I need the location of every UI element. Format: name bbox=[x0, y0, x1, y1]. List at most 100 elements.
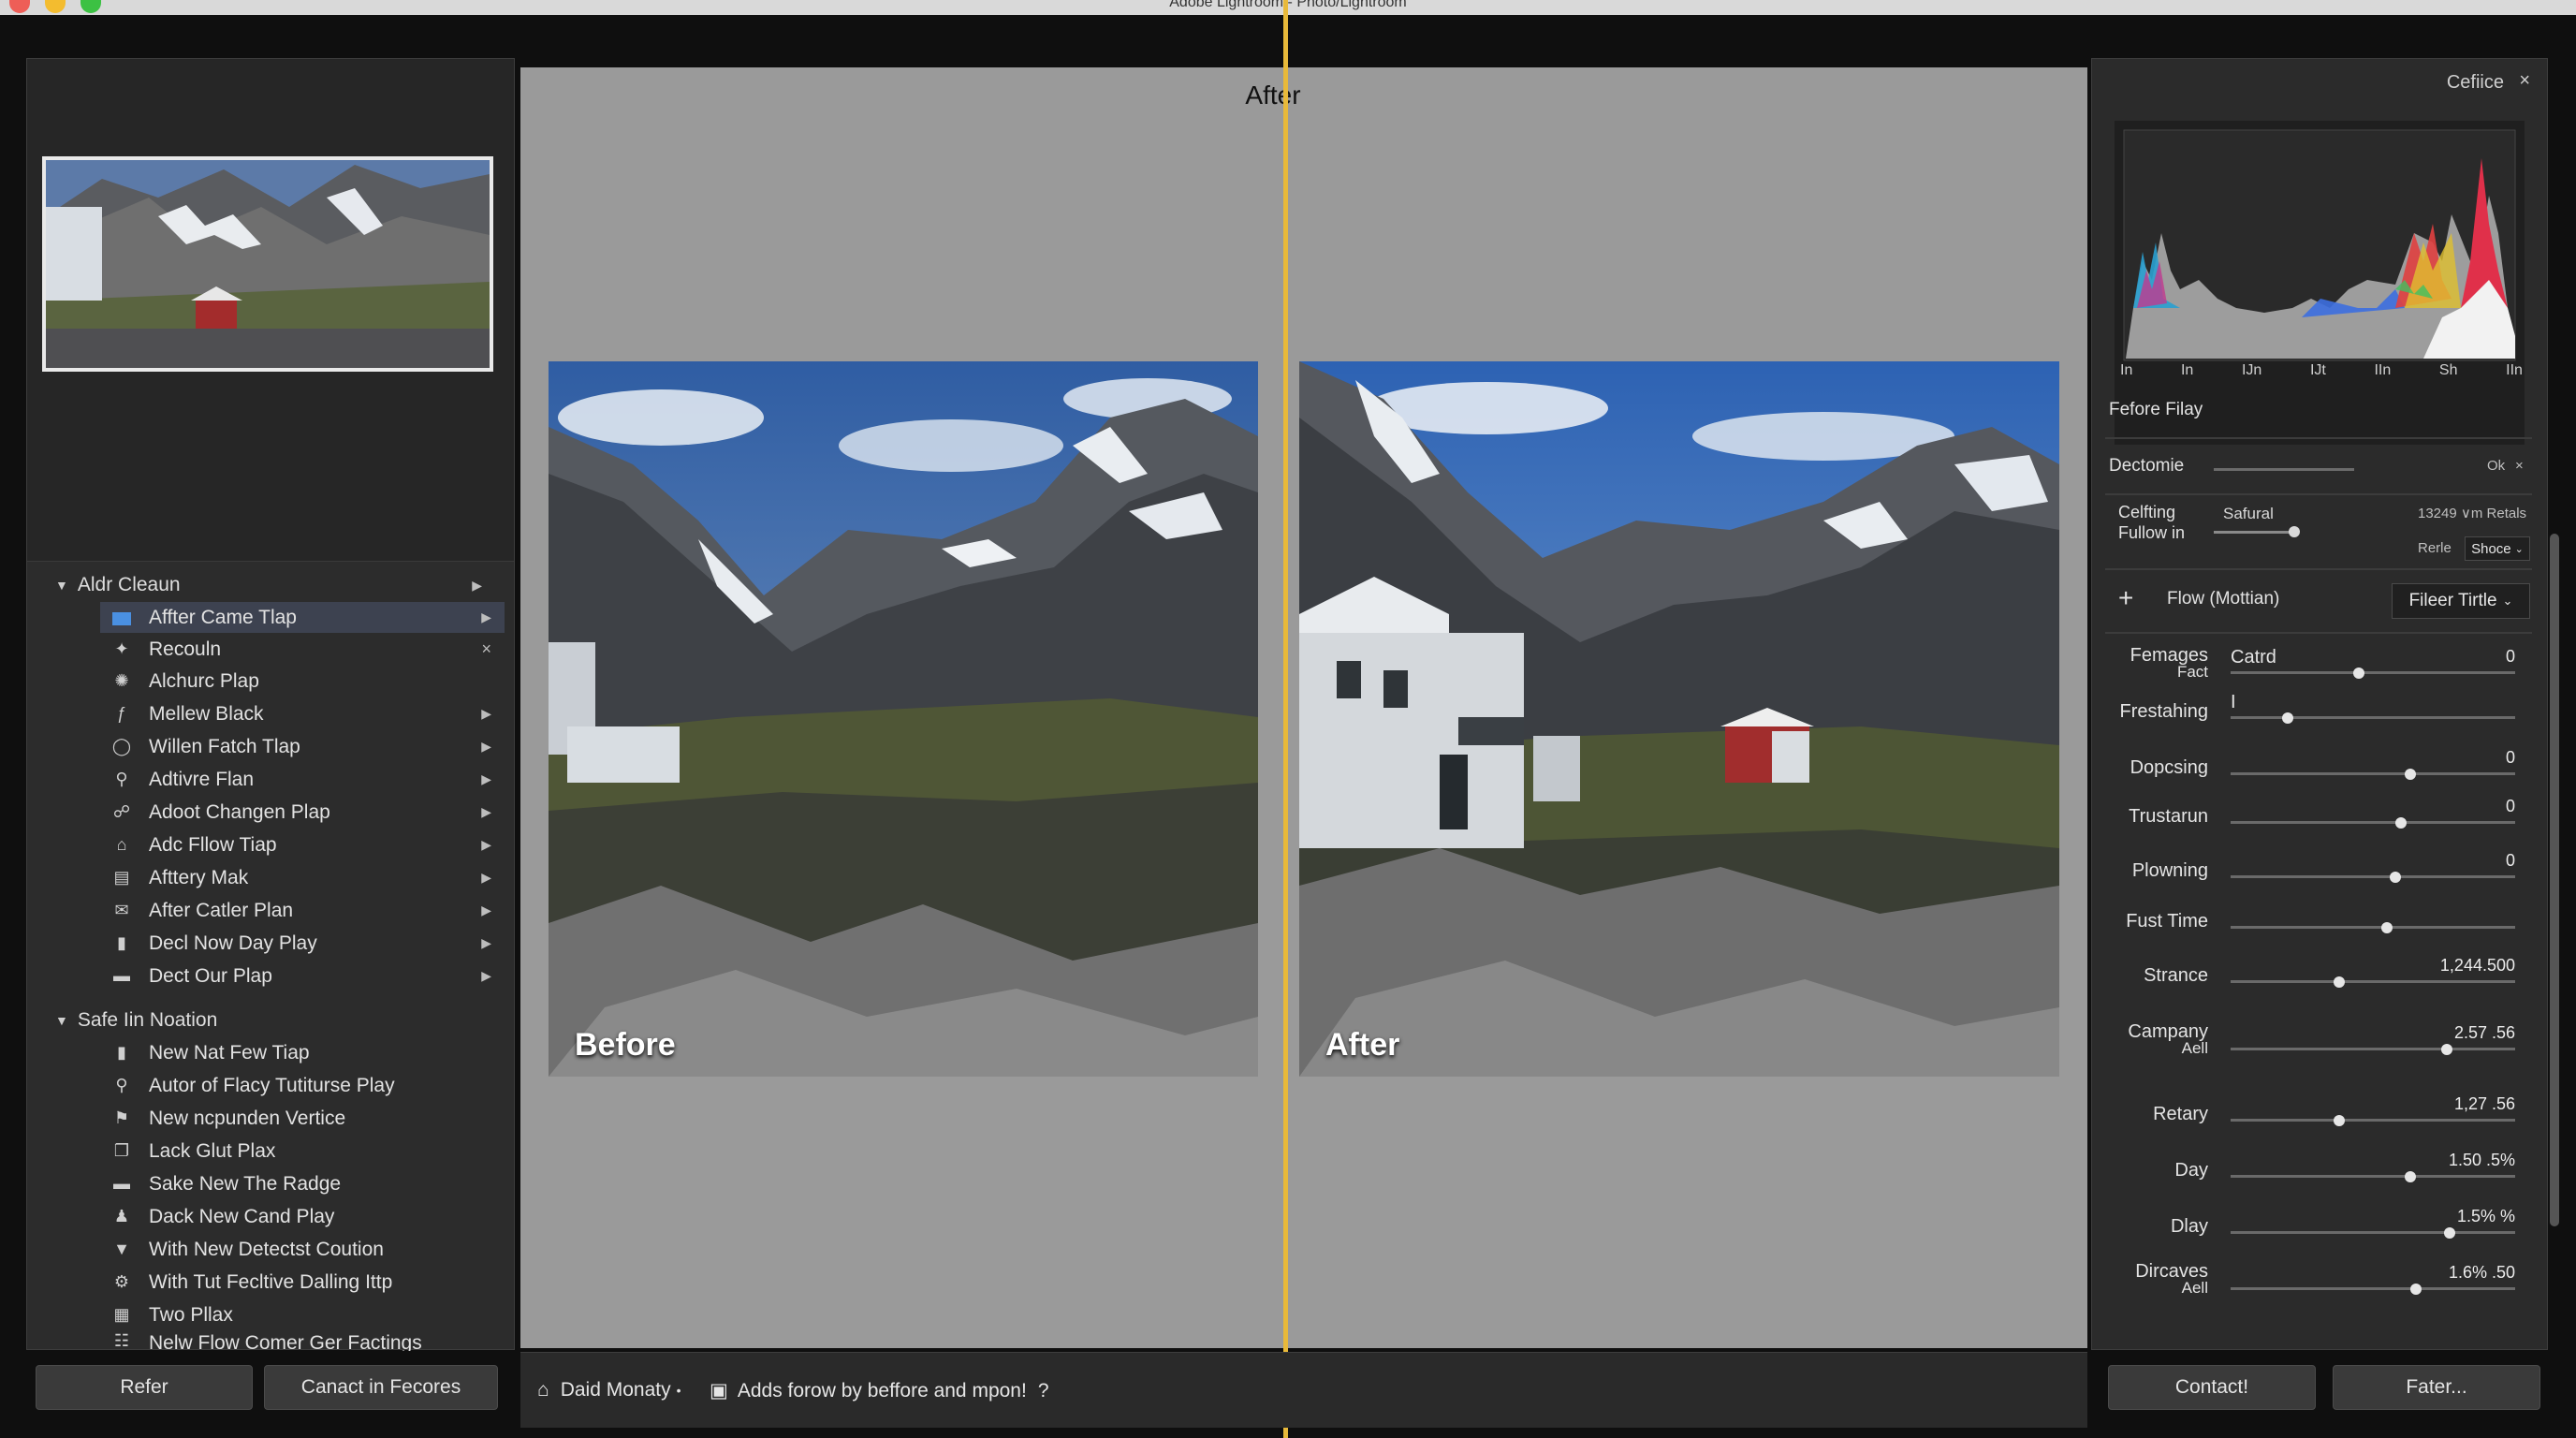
slider-thumb[interactable] bbox=[2395, 817, 2408, 829]
preset-item[interactable]: ▮ Decl Now Day Play ▶ bbox=[100, 928, 505, 959]
after-photo-image bbox=[1299, 361, 2059, 1077]
slider-thumb[interactable] bbox=[2390, 872, 2402, 883]
slider-value[interactable]: 1.6% .50 bbox=[2412, 1263, 2515, 1283]
preset-item[interactable]: ⚲ Adtivre Flan ▶ bbox=[100, 764, 505, 795]
slider-track[interactable] bbox=[2231, 926, 2515, 929]
slider-thumb[interactable] bbox=[2333, 1115, 2345, 1126]
home-status[interactable]: ⌂ Daid Monaty • bbox=[537, 1379, 681, 1401]
slider-thumb[interactable] bbox=[2409, 1284, 2422, 1295]
preset-item[interactable]: ✺ Alchurc Plap bbox=[100, 666, 505, 697]
slider-value[interactable]: 2.57 .56 bbox=[2412, 1023, 2515, 1043]
slider-track[interactable] bbox=[2231, 1048, 2515, 1050]
right-panel-scrollbar[interactable] bbox=[2550, 534, 2559, 1226]
slider-track[interactable] bbox=[2231, 772, 2515, 775]
split-divider-handle[interactable] bbox=[1283, 0, 1288, 1438]
preset-item[interactable]: ⚲ Autor of Flacy Tutiturse Play bbox=[100, 1070, 505, 1101]
slider-track[interactable] bbox=[2231, 980, 2515, 983]
slider-value[interactable]: 0 bbox=[2412, 797, 2515, 816]
preset-item[interactable]: ✦ Recouln × bbox=[100, 634, 505, 665]
calibration-slider-track[interactable] bbox=[2214, 531, 2298, 534]
histogram-tick: In bbox=[2120, 362, 2133, 378]
calibration-dropdown-label: Rerle bbox=[2418, 540, 2452, 556]
navigator-thumbnail[interactable] bbox=[42, 156, 493, 372]
histogram-tick: IIn bbox=[2374, 362, 2392, 378]
slider-thumb[interactable] bbox=[2404, 769, 2416, 780]
contact-button[interactable]: Contact! bbox=[2108, 1365, 2316, 1410]
status-bar: ⌂ Daid Monaty • ▣ Adds forow by beffore … bbox=[520, 1352, 2087, 1428]
chevron-down-icon: ⌄ bbox=[2514, 543, 2524, 555]
close-icon[interactable]: × bbox=[2515, 458, 2524, 474]
preset-item[interactable]: ▬ Sake New The Radge bbox=[100, 1168, 505, 1199]
slider-track[interactable] bbox=[2231, 1175, 2515, 1178]
decomie-ok-button[interactable]: Ok bbox=[2487, 458, 2505, 474]
file-icon: ▮ bbox=[117, 1043, 126, 1062]
preset-item[interactable]: ⌂ Adc Fllow Tiap ▶ bbox=[100, 829, 505, 860]
calibration-slider-thumb[interactable] bbox=[2289, 526, 2300, 537]
slider-track[interactable] bbox=[2231, 716, 2515, 719]
slider-value[interactable]: 1.50 .5% bbox=[2412, 1151, 2515, 1170]
slider-thumb[interactable] bbox=[2381, 922, 2393, 933]
f-icon: ƒ bbox=[116, 704, 126, 723]
preset-item[interactable]: ⚙ With Tut Fecltive Dalling Ittp bbox=[100, 1267, 505, 1298]
decomie-slider-track[interactable] bbox=[2214, 468, 2354, 471]
preset-group-header-2[interactable]: ▼ Safe Iin Noation bbox=[55, 1005, 495, 1036]
slider-track[interactable] bbox=[2231, 821, 2515, 824]
help-icon[interactable]: ? bbox=[1038, 1380, 1049, 1402]
refer-button[interactable]: Refer bbox=[36, 1365, 253, 1410]
preset-item[interactable]: ❐ Lack Glut Plax bbox=[100, 1136, 505, 1167]
slider-value[interactable]: 0 bbox=[2412, 748, 2515, 768]
after-photo[interactable]: After bbox=[1299, 361, 2059, 1077]
preset-item[interactable]: ▬ Dect Our Plap ▶ bbox=[100, 961, 505, 991]
slider-track[interactable] bbox=[2231, 1119, 2515, 1122]
slider-value[interactable]: 0 bbox=[2412, 851, 2515, 871]
preset-item[interactable]: ✉ After Catler Plan ▶ bbox=[100, 895, 505, 926]
chevron-right-icon: ▶ bbox=[481, 968, 491, 983]
preset-item[interactable]: ◯ Willen Fatch Tlap ▶ bbox=[100, 731, 505, 762]
slider-thumb[interactable] bbox=[2444, 1227, 2456, 1239]
preset-item[interactable]: ▼ With New Detectst Coution bbox=[100, 1234, 505, 1265]
histogram-tick: IJn bbox=[2241, 362, 2262, 378]
slider-track[interactable] bbox=[2231, 875, 2515, 878]
preset-item[interactable]: ♟ Dack New Cand Play bbox=[100, 1201, 505, 1232]
slider-track[interactable] bbox=[2231, 671, 2515, 674]
preset-group-header-1[interactable]: ▼ Aldr Cleaun ▶ bbox=[55, 569, 495, 601]
calibration-dropdown[interactable]: Shoce ⌄ bbox=[2465, 536, 2530, 561]
close-icon[interactable]: × bbox=[2519, 70, 2530, 92]
slider-thumb[interactable] bbox=[2404, 1171, 2416, 1182]
slider-thumb[interactable] bbox=[2333, 976, 2345, 988]
preset-item-label: Dect Our Plap bbox=[149, 964, 272, 987]
preset-item-label: Afttery Mak bbox=[149, 866, 249, 888]
preset-item[interactable]: ƒ Mellew Black ▶ bbox=[100, 698, 505, 729]
slider-sublabel: I bbox=[2231, 692, 2236, 712]
cancel-button[interactable]: Canact in Fecores bbox=[264, 1365, 498, 1410]
preset-item[interactable]: ⚑ New ncpunden Vertice bbox=[100, 1103, 505, 1134]
histogram-ticks: In In IJn IJt IIn Sh IIn bbox=[2120, 362, 2523, 379]
preset-item-label: Decl Now Day Play bbox=[149, 932, 317, 954]
preset-item[interactable]: ▮ New Nat Few Tiap bbox=[100, 1037, 505, 1068]
preset-item[interactable]: Affter Came Tlap ▶ bbox=[100, 602, 505, 633]
slider-label: Dircaves Aell bbox=[2135, 1261, 2208, 1297]
before-photo[interactable]: Before bbox=[549, 361, 1258, 1077]
preset-item[interactable]: ☷ Nelw Flow Comer Ger Factings bbox=[100, 1332, 505, 1351]
chevron-right-icon: ▶ bbox=[481, 804, 491, 819]
slider-value[interactable]: 1.5% % bbox=[2412, 1207, 2515, 1226]
slider-track[interactable] bbox=[2231, 1287, 2515, 1290]
flow-dropdown[interactable]: Fileer Tirtle ⌄ bbox=[2392, 583, 2530, 619]
navigator-panel bbox=[27, 59, 514, 562]
slider-value[interactable]: 1,27 .56 bbox=[2412, 1094, 2515, 1114]
histogram-graph bbox=[2123, 129, 2516, 361]
add-icon[interactable]: + bbox=[2118, 585, 2133, 611]
person-icon: ⚲ bbox=[115, 1076, 128, 1094]
preset-item[interactable]: ▦ Two Pllax bbox=[100, 1299, 505, 1330]
slider-track[interactable] bbox=[2231, 1231, 2515, 1234]
fater-button[interactable]: Fater... bbox=[2333, 1365, 2540, 1410]
preset-item[interactable]: ▤ Afttery Mak ▶ bbox=[100, 862, 505, 893]
slider-thumb[interactable] bbox=[2441, 1044, 2453, 1055]
slider-value[interactable]: 0 bbox=[2412, 647, 2515, 667]
preset-item[interactable]: ☍ Adoot Changen Plap ▶ bbox=[100, 797, 505, 828]
close-icon[interactable]: × bbox=[481, 639, 491, 659]
slider-thumb[interactable] bbox=[2281, 712, 2293, 724]
slider-thumb[interactable] bbox=[2352, 668, 2364, 679]
histogram-tick: In bbox=[2180, 362, 2194, 378]
slider-value[interactable]: 1,244.500 bbox=[2412, 956, 2515, 976]
